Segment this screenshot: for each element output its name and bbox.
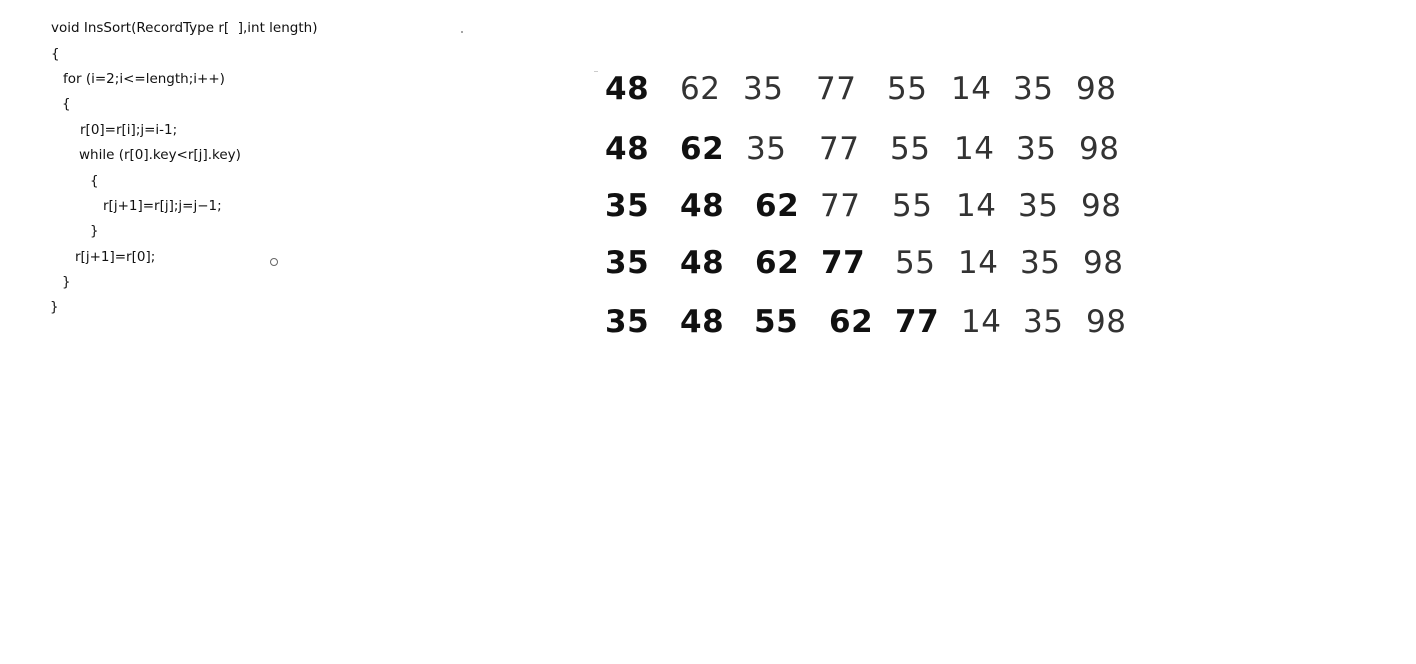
sort-value: 35 <box>1013 71 1054 107</box>
sort-value: 62 <box>829 304 874 340</box>
sort-value: 35 <box>1016 131 1057 167</box>
stray-mark <box>594 71 598 72</box>
sort-value: 98 <box>1086 304 1127 340</box>
code-line: r[0]=r[i];j=i-1; <box>80 122 178 138</box>
sort-value: 35 <box>605 188 650 224</box>
cursor-circle-icon <box>270 258 278 266</box>
sort-value: 98 <box>1079 131 1120 167</box>
sort-value: 35 <box>743 71 784 107</box>
sort-value: 98 <box>1076 71 1117 107</box>
code-line: void InsSort(RecordType r[ ],int length) <box>51 20 318 36</box>
sort-value: 62 <box>680 71 721 107</box>
sort-value: 55 <box>887 71 928 107</box>
sort-value: 62 <box>755 245 800 281</box>
sort-value: 62 <box>680 131 725 167</box>
sort-value: 48 <box>605 71 650 107</box>
sort-value: 55 <box>890 131 931 167</box>
sort-value: 35 <box>1020 245 1061 281</box>
code-line: r[j+1]=r[0]; <box>75 249 156 265</box>
sort-value: 62 <box>755 188 800 224</box>
sort-value: 35 <box>746 131 787 167</box>
code-line: while (r[0].key<r[j].key) <box>79 147 241 163</box>
code-line: } <box>90 223 99 239</box>
sort-value: 35 <box>605 304 650 340</box>
sort-value: 77 <box>819 131 860 167</box>
code-line: { <box>62 96 71 112</box>
sort-value: 98 <box>1083 245 1124 281</box>
sort-value: 14 <box>956 188 997 224</box>
sort-value: 98 <box>1081 188 1122 224</box>
sort-value: 48 <box>680 188 725 224</box>
code-line: { <box>51 46 60 62</box>
sort-value: 77 <box>895 304 940 340</box>
sort-value: 48 <box>605 131 650 167</box>
sort-value: 77 <box>816 71 857 107</box>
sort-value: 55 <box>892 188 933 224</box>
sort-value: 14 <box>961 304 1002 340</box>
code-line: } <box>62 274 71 290</box>
sort-value: 35 <box>1018 188 1059 224</box>
sort-value: 14 <box>954 131 995 167</box>
sort-value: 77 <box>821 245 866 281</box>
sort-value: 77 <box>820 188 861 224</box>
sort-value: 14 <box>958 245 999 281</box>
code-line: for (i=2;i<=length;i++) <box>63 71 225 87</box>
sort-value: 35 <box>1023 304 1064 340</box>
code-line: } <box>50 299 59 315</box>
sort-value: 14 <box>951 71 992 107</box>
sort-value: 48 <box>680 304 725 340</box>
sort-value: 35 <box>605 245 650 281</box>
sort-value: 55 <box>754 304 799 340</box>
sort-value: 48 <box>680 245 725 281</box>
code-line: { <box>90 173 99 189</box>
sort-value: 55 <box>895 245 936 281</box>
code-line: r[j+1]=r[j];j=j−1; <box>103 198 222 214</box>
stray-dot <box>461 31 463 33</box>
